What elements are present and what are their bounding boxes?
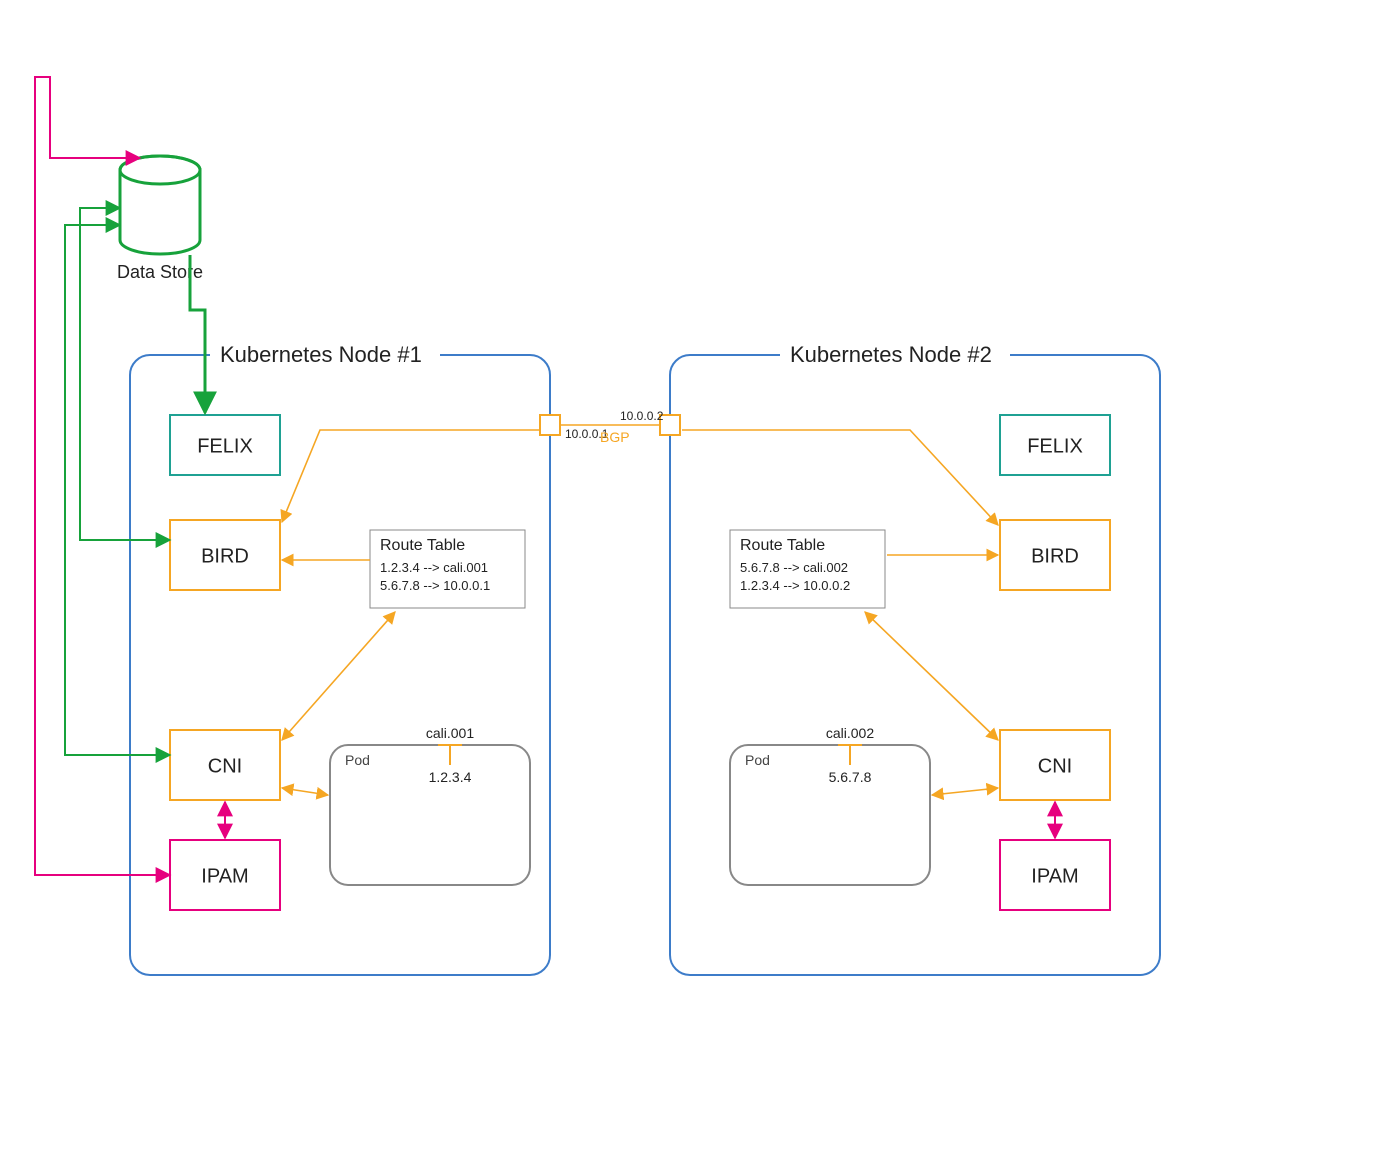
svg-text:1.2.3.4: 1.2.3.4 bbox=[429, 769, 472, 785]
kubernetes-node-1: Kubernetes Node #1 FELIX BIRD CNI IPAM R… bbox=[130, 340, 550, 975]
svg-text:cali.001: cali.001 bbox=[426, 725, 474, 741]
node1-pod: Pod cali.001 1.2.3.4 bbox=[330, 725, 530, 885]
node2-ipam-label: IPAM bbox=[1031, 865, 1078, 887]
svg-text:5.6.7.8 --> 10.0.0.1: 5.6.7.8 --> 10.0.0.1 bbox=[380, 578, 490, 593]
node1-ipam-label: IPAM bbox=[201, 865, 248, 887]
node1-bird-label: BIRD bbox=[201, 545, 249, 567]
svg-text:10.0.0.2: 10.0.0.2 bbox=[620, 409, 664, 423]
svg-text:5.6.7.8 --> cali.002: 5.6.7.8 --> cali.002 bbox=[740, 560, 848, 575]
svg-text:Route Table: Route Table bbox=[380, 537, 465, 554]
node1-bgp-port bbox=[540, 415, 560, 435]
svg-text:1.2.3.4 --> 10.0.0.2: 1.2.3.4 --> 10.0.0.2 bbox=[740, 578, 850, 593]
bgp-label: BGP bbox=[600, 429, 630, 445]
node1-felix-label: FELIX bbox=[197, 435, 253, 457]
node1-cni-label: CNI bbox=[208, 755, 242, 777]
svg-text:Pod: Pod bbox=[345, 752, 370, 768]
svg-text:5.6.7.8: 5.6.7.8 bbox=[829, 769, 872, 785]
node2-felix-label: FELIX bbox=[1027, 435, 1083, 457]
node2-title: Kubernetes Node #2 bbox=[790, 342, 992, 367]
edge-cni1-rt1 bbox=[282, 612, 395, 740]
bgp-link: 10.0.0.1 10.0.0.2 BGP bbox=[540, 409, 680, 445]
node2-route-table: Route Table 5.6.7.8 --> cali.002 1.2.3.4… bbox=[730, 530, 885, 608]
edge-ds-bird bbox=[80, 208, 170, 540]
node2-bird-label: BIRD bbox=[1031, 545, 1079, 567]
svg-text:1.2.3.4 --> cali.001: 1.2.3.4 --> cali.001 bbox=[380, 560, 488, 575]
svg-text:cali.002: cali.002 bbox=[826, 725, 874, 741]
architecture-diagram: Data Store Kubernetes Node #1 FELIX BIRD… bbox=[0, 0, 1400, 1154]
edge-bgp-bird2 bbox=[682, 430, 998, 525]
svg-text:Pod: Pod bbox=[745, 752, 770, 768]
node1-route-table: Route Table 1.2.3.4 --> cali.001 5.6.7.8… bbox=[370, 530, 525, 608]
edge-cni2-pod2 bbox=[932, 788, 998, 795]
edge-bgp-bird1 bbox=[282, 430, 540, 522]
edge-cni2-rt2 bbox=[865, 612, 998, 740]
svg-text:Route Table: Route Table bbox=[740, 537, 825, 554]
node2-cni-label: CNI bbox=[1038, 755, 1072, 777]
node1-title: Kubernetes Node #1 bbox=[220, 342, 422, 367]
edge-cni1-pod1 bbox=[282, 788, 328, 795]
node2-pod: Pod cali.002 5.6.7.8 bbox=[730, 725, 930, 885]
